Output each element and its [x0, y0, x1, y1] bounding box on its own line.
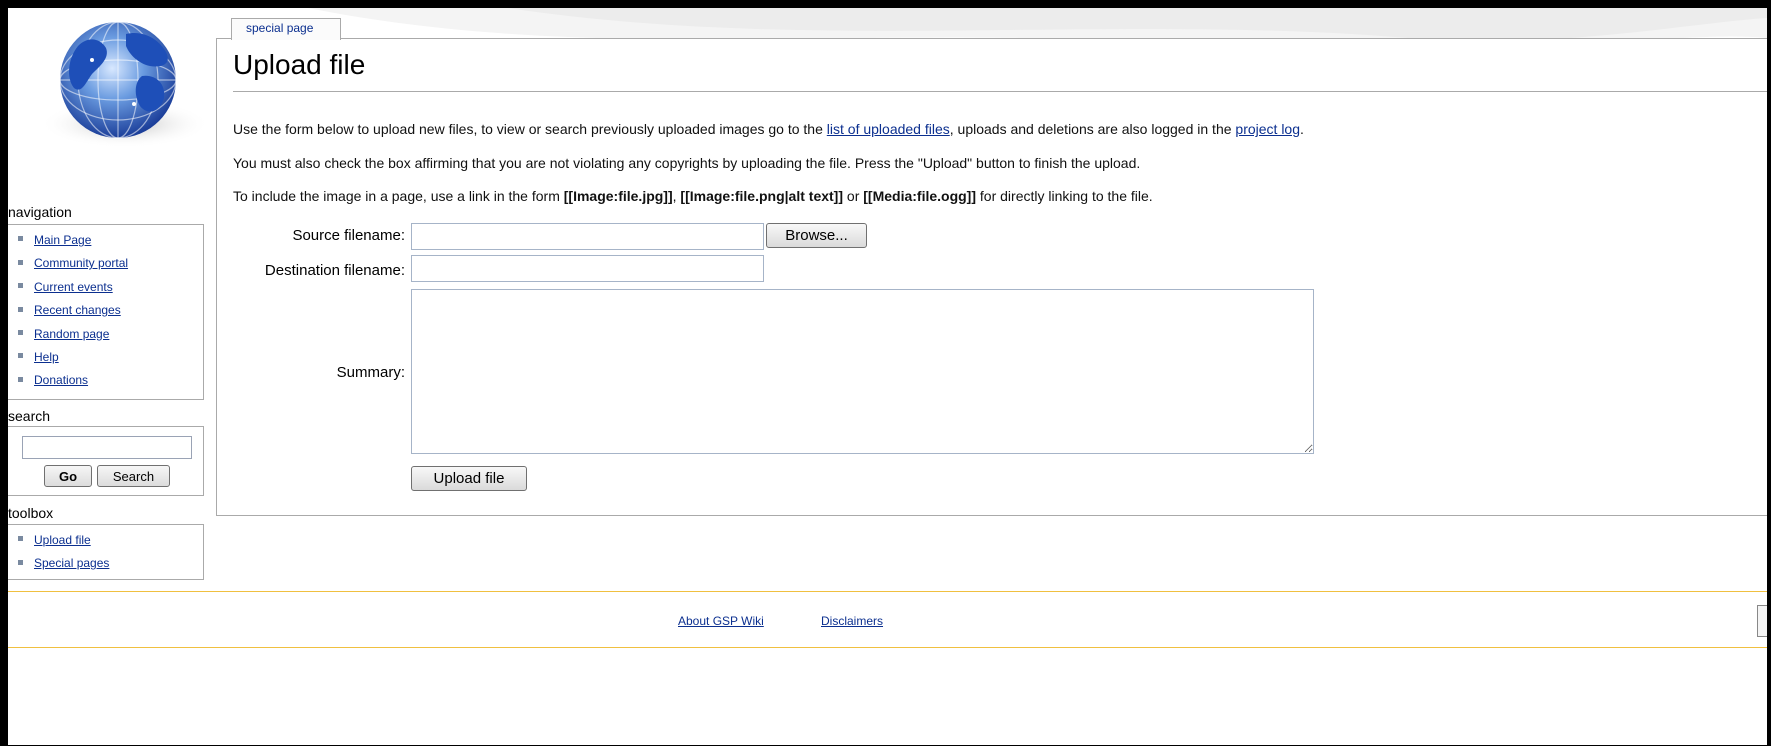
destination-filename-input[interactable] — [411, 255, 764, 282]
toolbox-link-upload-file[interactable]: Upload file — [34, 533, 91, 547]
summary-textarea[interactable] — [411, 289, 1314, 454]
nav-link-current-events[interactable]: Current events — [34, 280, 113, 294]
intro-text: for directly linking to the file. — [976, 188, 1153, 204]
search-portlet: Go Search — [8, 426, 204, 496]
summary-label: Summary: — [336, 364, 405, 381]
code-example-jpg: [[Image:file.jpg]] — [563, 188, 673, 204]
intro-paragraph-1: Use the form below to upload new files, … — [233, 121, 1304, 137]
nav-item-help: Help — [18, 346, 203, 369]
source-filename-input[interactable] — [411, 223, 764, 250]
toolbox-item-special-pages: Special pages — [18, 552, 203, 575]
square-bullet-icon — [18, 353, 23, 359]
go-button[interactable]: Go — [44, 465, 92, 487]
nav-link-community-portal[interactable]: Community portal — [34, 256, 128, 270]
title-divider — [233, 91, 1767, 92]
browse-button[interactable]: Browse... — [766, 223, 867, 248]
navigation-list: Main Page Community portal Current event… — [8, 225, 203, 393]
navigation-title: navigation — [8, 204, 72, 220]
nav-link-main-page[interactable]: Main Page — [34, 233, 91, 247]
source-filename-label: Source filename: — [292, 227, 405, 244]
square-bullet-icon — [18, 236, 23, 242]
square-bullet-icon — [18, 283, 23, 289]
nav-item-current-events: Current events — [18, 276, 203, 299]
search-button[interactable]: Search — [97, 465, 170, 487]
navigation-portlet: Main Page Community portal Current event… — [8, 224, 204, 400]
code-example-png: [[Image:file.png|alt text]] — [680, 188, 844, 204]
content-area: Upload file Use the form below to upload… — [216, 38, 1767, 516]
nav-item-random-page: Random page — [18, 323, 203, 346]
upload-file-button[interactable]: Upload file — [411, 466, 527, 491]
intro-text: Use the form below to upload new files, … — [233, 121, 827, 137]
nav-link-help[interactable]: Help — [34, 350, 59, 364]
project-log-link[interactable]: project log — [1235, 121, 1300, 137]
nav-item-donations: Donations — [18, 369, 203, 392]
intro-text: To include the image in a page, use a li… — [233, 188, 564, 204]
footer: About GSP Wiki Disclaimers — [8, 591, 1767, 648]
nav-link-donations[interactable]: Donations — [34, 373, 88, 387]
search-title: search — [8, 408, 51, 424]
intro-text: , uploads and deletions are also logged … — [949, 121, 1236, 137]
intro-paragraph-2: You must also check the box affirming th… — [233, 155, 1141, 171]
square-bullet-icon — [18, 306, 23, 312]
destination-filename-label: Destination filename: — [264, 262, 405, 279]
globe-logo-icon[interactable] — [30, 16, 210, 166]
footer-edge-element — [1757, 605, 1767, 637]
square-bullet-icon — [18, 329, 23, 335]
square-bullet-icon — [18, 559, 23, 565]
toolbox-item-upload-file: Upload file — [18, 529, 203, 552]
footer-link-disclaimers[interactable]: Disclaimers — [821, 614, 883, 628]
square-bullet-icon — [18, 259, 23, 265]
square-bullet-icon — [18, 536, 23, 542]
tab-special-page[interactable]: special page — [231, 18, 341, 40]
square-bullet-icon — [18, 376, 23, 382]
page-title: Upload file — [233, 49, 366, 80]
search-input[interactable] — [22, 436, 192, 459]
nav-link-random-page[interactable]: Random page — [34, 327, 109, 341]
nav-link-recent-changes[interactable]: Recent changes — [34, 303, 121, 317]
list-of-uploaded-files-link[interactable]: list of uploaded files — [827, 121, 950, 137]
footer-link-about[interactable]: About GSP Wiki — [678, 614, 764, 628]
code-example-ogg: [[Media:file.ogg]] — [863, 188, 977, 204]
nav-item-recent-changes: Recent changes — [18, 299, 203, 322]
toolbox-list: Upload file Special pages — [8, 525, 203, 576]
toolbox-link-special-pages[interactable]: Special pages — [34, 556, 109, 570]
intro-text: . — [1300, 121, 1304, 137]
toolbox-title: toolbox — [8, 505, 54, 521]
nav-item-community-portal: Community portal — [18, 252, 203, 275]
toolbox-portlet: Upload file Special pages — [8, 524, 204, 580]
intro-text: or — [843, 188, 864, 204]
nav-item-main-page: Main Page — [18, 229, 203, 252]
intro-paragraph-3: To include the image in a page, use a li… — [233, 188, 1153, 204]
browser-page: navigation Main Page Community portal Cu… — [8, 8, 1767, 745]
